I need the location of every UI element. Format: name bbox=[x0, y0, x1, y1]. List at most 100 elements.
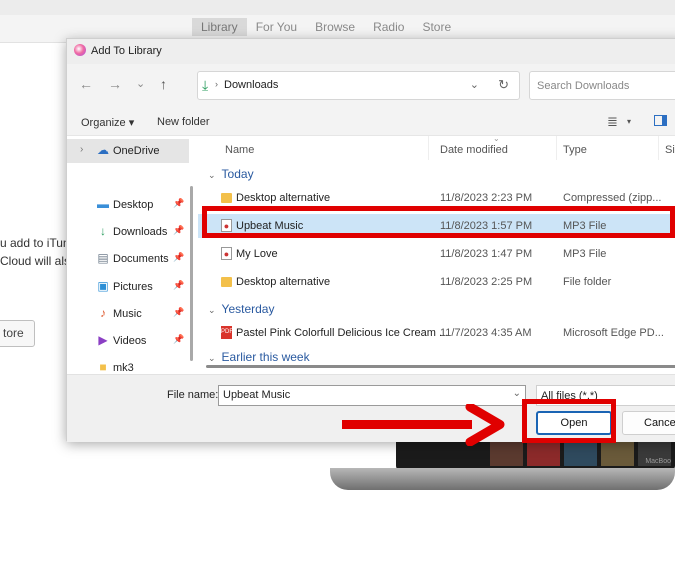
sidebar-item-label: mk3 bbox=[113, 362, 134, 374]
address-path[interactable]: Downloads bbox=[224, 79, 278, 91]
back-arrow-icon[interactable]: ← bbox=[79, 76, 93, 92]
music-app-icon bbox=[74, 44, 86, 56]
sidebar-item-mk3[interactable]: ■ mk3 bbox=[67, 356, 189, 374]
view-options-icon[interactable]: ≣ bbox=[607, 114, 618, 130]
scrollbar-thumb[interactable] bbox=[206, 365, 675, 368]
file-date: 11/7/2023 4:35 AM bbox=[440, 327, 532, 339]
file-name-label: File name: bbox=[167, 389, 219, 401]
folder-icon: ■ bbox=[99, 360, 107, 374]
laptop-base bbox=[330, 468, 675, 490]
pictures-icon: ▣ bbox=[97, 279, 109, 293]
sidebar-item-label: Documents bbox=[113, 253, 169, 265]
album-art bbox=[564, 440, 597, 466]
chevron-down-icon[interactable]: ⌄ bbox=[208, 305, 216, 315]
file-name: Pastel Pink Colorfull Delicious Ice Crea… bbox=[236, 327, 449, 339]
cloud-icon: ☁ bbox=[97, 143, 109, 157]
sidebar-item-label: Pictures bbox=[113, 281, 153, 293]
file-date: 11/8/2023 2:25 PM bbox=[440, 276, 533, 288]
sidebar-item-label: Videos bbox=[113, 335, 147, 347]
sidebar-item-label: Downloads bbox=[113, 226, 168, 238]
file-row[interactable]: ● My Love 11/8/2023 1:47 PM MP3 File bbox=[198, 242, 675, 266]
horizontal-scrollbar[interactable] bbox=[198, 365, 675, 370]
file-name-field[interactable]: Upbeat Music ⌄ bbox=[218, 385, 526, 406]
sidebar-item-music[interactable]: ♪ Music 📌 bbox=[67, 302, 189, 326]
zip-folder-icon bbox=[221, 193, 232, 203]
file-date: 11/8/2023 2:23 PM bbox=[440, 192, 533, 204]
group-label: Yesterday bbox=[221, 302, 275, 316]
sidebar-item-label: OneDrive bbox=[113, 145, 160, 157]
address-bar[interactable]: ⤓ › Downloads ⌄ ↻ bbox=[197, 71, 520, 100]
preview-pane-icon[interactable] bbox=[654, 115, 667, 126]
music-icon: ♪ bbox=[100, 306, 106, 320]
address-row: ← → ⌄ ↑ ⤓ › Downloads ⌄ ↻ Search Downloa… bbox=[67, 64, 675, 108]
file-date: 11/8/2023 1:47 PM bbox=[440, 248, 533, 260]
new-folder-button[interactable]: New folder bbox=[157, 116, 210, 128]
tab-browse[interactable]: Browse bbox=[306, 18, 364, 36]
file-name: Desktop alternative bbox=[236, 276, 331, 288]
file-type: File folder bbox=[563, 276, 612, 288]
desktop-icon: ▬ bbox=[97, 197, 109, 211]
pin-icon: 📌 bbox=[173, 334, 185, 344]
tab-radio[interactable]: Radio bbox=[364, 18, 413, 36]
group-header-today[interactable]: ⌄ Today bbox=[208, 167, 254, 181]
chevron-down-icon[interactable]: ⌄ bbox=[513, 388, 521, 399]
dialog-titlebar: Add To Library bbox=[67, 39, 675, 64]
mp3-file-icon: ● bbox=[221, 247, 232, 260]
album-art bbox=[601, 440, 634, 466]
highlight-box-selected-file bbox=[202, 206, 675, 238]
sidebar-item-desktop[interactable]: ▬ Desktop 📌 bbox=[67, 193, 189, 217]
laptop-logo: MacBoo bbox=[645, 458, 671, 465]
tab-store[interactable]: Store bbox=[413, 18, 460, 36]
sidebar-scrollbar[interactable] bbox=[190, 186, 193, 361]
up-arrow-icon[interactable]: ↑ bbox=[160, 76, 167, 92]
pin-icon: 📌 bbox=[173, 252, 185, 262]
navigation-pane: › ☁ OneDrive ▬ Desktop 📌 ↓ Downloads 📌 ▤… bbox=[67, 136, 197, 374]
tab-library[interactable]: Library bbox=[192, 18, 247, 36]
file-row[interactable]: PDF Pastel Pink Colorfull Delicious Ice … bbox=[198, 321, 675, 345]
add-to-library-dialog: Add To Library ← → ⌄ ↑ ⤓ › Downloads ⌄ ↻… bbox=[66, 38, 675, 442]
view-dropdown-icon[interactable]: ▾ bbox=[627, 117, 631, 126]
column-header-size[interactable]: Si bbox=[659, 136, 675, 160]
column-header-date[interactable]: Date modified bbox=[434, 136, 557, 160]
group-label: Today bbox=[221, 167, 254, 181]
pin-icon: 📌 bbox=[173, 225, 185, 235]
file-type: Compressed (zipp... bbox=[563, 192, 662, 204]
chevron-down-icon[interactable]: ⌄ bbox=[470, 78, 479, 91]
group-header-yesterday[interactable]: ⌄ Yesterday bbox=[208, 302, 274, 316]
file-name: My Love bbox=[236, 248, 278, 260]
file-list: ⌄ Name Date modified Type Si ⌄ Today Desk… bbox=[198, 136, 675, 374]
sidebar-item-pictures[interactable]: ▣ Pictures 📌 bbox=[67, 275, 189, 299]
background-tabs: Library For You Browse Radio Store bbox=[192, 18, 460, 36]
background-store-button[interactable]: tore bbox=[0, 320, 35, 347]
dialog-title: Add To Library bbox=[91, 45, 162, 57]
column-header-name[interactable]: Name bbox=[219, 136, 429, 160]
pin-icon: 📌 bbox=[173, 198, 185, 208]
sidebar-item-documents[interactable]: ▤ Documents 📌 bbox=[67, 247, 189, 271]
background-text: Cloud will als bbox=[0, 254, 71, 268]
download-icon: ↓ bbox=[100, 224, 106, 238]
column-header-type[interactable]: Type bbox=[557, 136, 659, 160]
command-bar: Organize ▾ New folder ≣ ▾ bbox=[67, 108, 675, 136]
chevron-right-icon[interactable]: › bbox=[80, 144, 83, 155]
sidebar-item-downloads[interactable]: ↓ Downloads 📌 bbox=[67, 220, 189, 244]
recent-locations-icon[interactable]: ⌄ bbox=[136, 77, 145, 90]
cancel-button[interactable]: Cancel bbox=[622, 411, 675, 435]
organize-button[interactable]: Organize ▾ bbox=[81, 116, 134, 129]
search-input[interactable]: Search Downloads bbox=[529, 71, 675, 100]
tab-for-you[interactable]: For You bbox=[247, 18, 306, 36]
background-titlebar bbox=[0, 0, 675, 15]
file-row[interactable]: Desktop alternative 11/8/2023 2:25 PM Fi… bbox=[198, 270, 675, 294]
album-art bbox=[527, 440, 560, 466]
chevron-down-icon[interactable]: ⌄ bbox=[208, 170, 216, 180]
sidebar-item-onedrive[interactable]: › ☁ OneDrive bbox=[67, 139, 189, 163]
sidebar-item-videos[interactable]: ▶ Videos 📌 bbox=[67, 329, 189, 353]
pdf-file-icon: PDF bbox=[221, 326, 233, 339]
file-type: Microsoft Edge PD... bbox=[563, 327, 664, 339]
sidebar-item-label: Desktop bbox=[113, 199, 154, 211]
forward-arrow-icon[interactable]: → bbox=[108, 76, 122, 92]
file-type: MP3 File bbox=[563, 248, 607, 260]
group-header-earlier-this-week[interactable]: ⌄ Earlier this week bbox=[208, 350, 310, 364]
pin-icon: 📌 bbox=[173, 307, 185, 317]
chevron-down-icon[interactable]: ⌄ bbox=[208, 353, 216, 363]
refresh-icon[interactable]: ↻ bbox=[498, 77, 509, 93]
